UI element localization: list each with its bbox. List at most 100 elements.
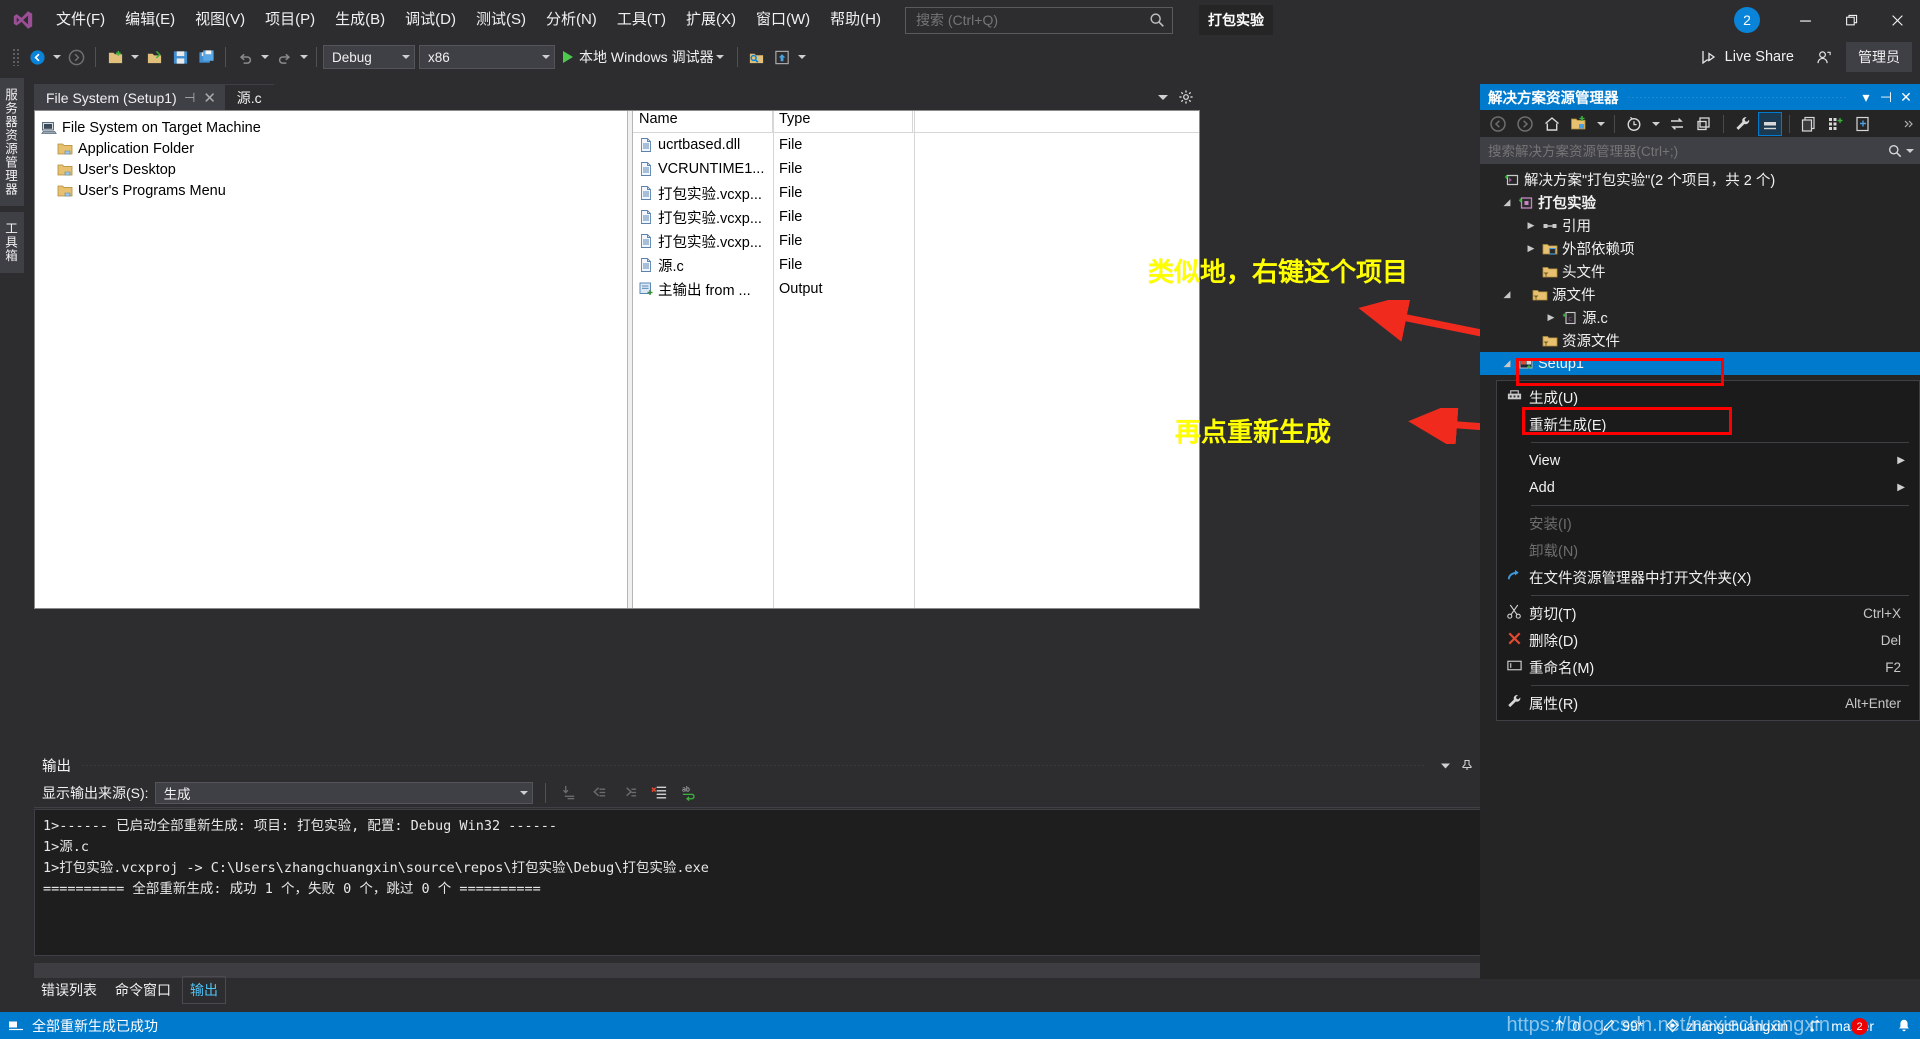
expander-icon[interactable]: ◢ <box>1500 289 1514 300</box>
tree-node-source-c[interactable]: ▶ c 源.c <box>1480 306 1920 329</box>
go-to-next-icon[interactable] <box>618 781 642 805</box>
start-debug-button[interactable]: 本地 Windows 调试器 <box>559 44 731 70</box>
account-manager-icon[interactable] <box>1810 44 1836 70</box>
tree-node-application-folder[interactable]: Application Folder <box>41 138 626 159</box>
collapse-all-icon[interactable] <box>1851 112 1875 136</box>
notification-badge[interactable]: 2 <box>1734 7 1760 33</box>
active-files-dropdown-icon[interactable] <box>1158 94 1168 100</box>
live-share-button[interactable]: Live Share <box>1694 45 1800 69</box>
context-menu-item-properties[interactable]: 属性(R) Alt+Enter <box>1497 690 1919 717</box>
solution-search-input[interactable] <box>1488 143 1887 159</box>
properties-wrench-icon[interactable] <box>1731 112 1755 136</box>
attach-to-process-icon[interactable] <box>744 44 770 70</box>
tree-node-users-desktop[interactable]: User's Desktop <box>41 159 626 180</box>
search-input[interactable] <box>915 12 1148 28</box>
window-dropdown-icon[interactable]: ▾ <box>1856 89 1876 106</box>
tab-source-c[interactable]: 源.c <box>224 84 274 110</box>
open-file-icon[interactable] <box>141 44 167 70</box>
menu-item-tools[interactable]: 工具(T) <box>607 0 676 40</box>
tree-node-resource-files[interactable]: 资源文件 <box>1480 329 1920 352</box>
home-icon[interactable] <box>1540 112 1564 136</box>
clear-output-icon[interactable] <box>648 781 672 805</box>
new-project-icon[interactable] <box>102 44 128 70</box>
menu-item-debug[interactable]: 调试(D) <box>395 0 466 40</box>
context-menu-item-delete[interactable]: 删除(D) Del <box>1497 627 1919 654</box>
toolbar-overflow-icon[interactable] <box>1896 112 1920 136</box>
tab-file-system-setup1[interactable]: File System (Setup1) ⊣ ✕ <box>34 84 225 110</box>
navigate-forward-icon[interactable] <box>63 44 89 70</box>
tab-error-list[interactable]: 错误列表 <box>34 977 104 1003</box>
output-source-combo[interactable]: 生成 <box>154 781 533 804</box>
go-to-previous-icon[interactable] <box>588 781 612 805</box>
tab-command-window[interactable]: 命令窗口 <box>108 977 178 1003</box>
context-menu-item-rebuild[interactable]: 重新生成(E) <box>1497 411 1919 438</box>
sync-with-active-document-icon[interactable] <box>1665 112 1689 136</box>
table-row[interactable]: 源.c File <box>633 253 1199 277</box>
tree-node-external-dependencies[interactable]: ▶ 外部依赖项 <box>1480 237 1920 260</box>
back-icon[interactable] <box>1486 112 1510 136</box>
output-text-area[interactable]: 1>------ 已启动全部重新生成: 项目: 打包实验, 配置: Debug … <box>34 809 1500 956</box>
tree-node-setup1[interactable]: ◢ Setup1 <box>1480 352 1920 375</box>
expander-icon[interactable]: ▶ <box>1524 243 1538 254</box>
view-code-icon[interactable] <box>1797 112 1821 136</box>
menu-item-help[interactable]: 帮助(H) <box>820 0 891 40</box>
close-icon[interactable]: ✕ <box>1896 89 1916 106</box>
menu-item-view[interactable]: 视图(V) <box>185 0 255 40</box>
menu-item-test[interactable]: 测试(S) <box>466 0 536 40</box>
expander-icon[interactable]: ◢ <box>1500 358 1514 369</box>
maximize-restore-button[interactable] <box>1828 0 1874 40</box>
save-all-icon[interactable] <box>193 44 219 70</box>
filter-dropdown-icon[interactable] <box>1649 111 1662 137</box>
menu-item-analyze[interactable]: 分析(N) <box>536 0 607 40</box>
show-all-files-icon[interactable] <box>1758 111 1782 136</box>
add-new-item-icon[interactable] <box>1567 112 1591 136</box>
tree-node-solution[interactable]: 解决方案"打包实验"(2 个项目，共 2 个) <box>1480 168 1920 191</box>
expander-icon[interactable]: ◢ <box>1500 197 1514 208</box>
close-button[interactable] <box>1874 0 1920 40</box>
start-debug-dropdown[interactable] <box>714 44 727 70</box>
menu-item-extensions[interactable]: 扩展(X) <box>676 0 746 40</box>
output-horizontal-scrollbar[interactable] <box>34 963 1500 978</box>
toolbar-grip[interactable] <box>12 48 20 66</box>
context-menu-item-view[interactable]: View ▶ <box>1497 447 1919 474</box>
tree-node-root[interactable]: File System on Target Machine <box>41 117 626 138</box>
toolbar-overflow-icon[interactable] <box>796 44 809 70</box>
undo-dropdown[interactable] <box>258 44 271 70</box>
search-options-dropdown-icon[interactable] <box>1903 138 1916 164</box>
tab-output[interactable]: 输出 <box>182 976 226 1004</box>
redo-icon[interactable] <box>271 44 297 70</box>
tree-node-references[interactable]: ▶ 引用 <box>1480 214 1920 237</box>
table-row[interactable]: VCRUNTIME1... File <box>633 157 1199 181</box>
class-view-icon[interactable] <box>1824 112 1848 136</box>
menu-item-project[interactable]: 项目(P) <box>255 0 325 40</box>
menu-item-window[interactable]: 窗口(W) <box>746 0 820 40</box>
toggle-word-wrap-icon[interactable]: ab <box>678 781 702 805</box>
minimize-button[interactable] <box>1782 0 1828 40</box>
table-row[interactable]: 打包实验.vcxp... File <box>633 181 1199 205</box>
tree-node-project-dabaoshiyan[interactable]: ◢ 打包实验 <box>1480 191 1920 214</box>
navigate-backward-dropdown[interactable] <box>50 44 63 70</box>
redo-dropdown[interactable] <box>297 44 310 70</box>
window-dropdown-icon[interactable] <box>1434 754 1456 776</box>
add-item-dropdown-icon[interactable] <box>1594 111 1607 137</box>
new-project-dropdown[interactable] <box>128 44 141 70</box>
tree-node-source-files[interactable]: ◢ 源文件 <box>1480 283 1920 306</box>
undo-icon[interactable] <box>232 44 258 70</box>
sidebar-item-server-explorer[interactable]: 服务器资源管理器 <box>0 78 24 206</box>
context-menu-item-rename[interactable]: 重命名(M) F2 <box>1497 654 1919 681</box>
pin-icon[interactable]: ⊣ <box>183 90 197 106</box>
solution-explorer-search[interactable] <box>1480 138 1920 164</box>
refresh-icon[interactable] <box>1692 112 1716 136</box>
quick-search-box[interactable] <box>904 6 1173 34</box>
close-icon[interactable]: ✕ <box>203 89 217 107</box>
pending-changes-filter-icon[interactable] <box>1622 112 1646 136</box>
solution-configuration-combo[interactable]: Debug <box>323 45 415 69</box>
tree-node-header-files[interactable]: 头文件 <box>1480 260 1920 283</box>
table-row[interactable]: 打包实验.vcxp... File <box>633 229 1199 253</box>
notifications-indicator[interactable] <box>1896 1018 1912 1034</box>
gear-icon[interactable] <box>1178 89 1194 105</box>
table-row[interactable]: ucrtbased.dll File <box>633 133 1199 157</box>
menu-item-file[interactable]: 文件(F) <box>46 0 115 40</box>
column-header-type[interactable]: Type <box>773 111 913 132</box>
forward-icon[interactable] <box>1513 112 1537 136</box>
